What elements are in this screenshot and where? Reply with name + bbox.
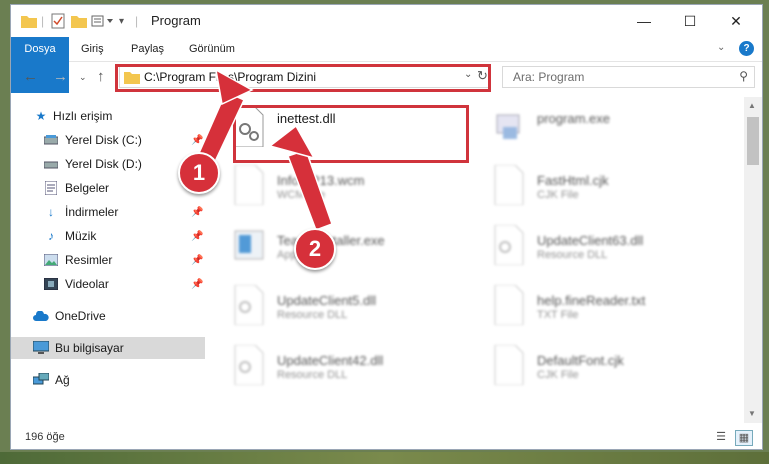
annotation-arrows bbox=[195, 68, 333, 231]
arrow-2 bbox=[287, 149, 333, 231]
arrow-1-head bbox=[214, 68, 254, 106]
step-marker-1: 1 bbox=[178, 152, 220, 194]
arrow-2-head bbox=[268, 124, 316, 160]
step-marker-2: 2 bbox=[294, 228, 336, 270]
